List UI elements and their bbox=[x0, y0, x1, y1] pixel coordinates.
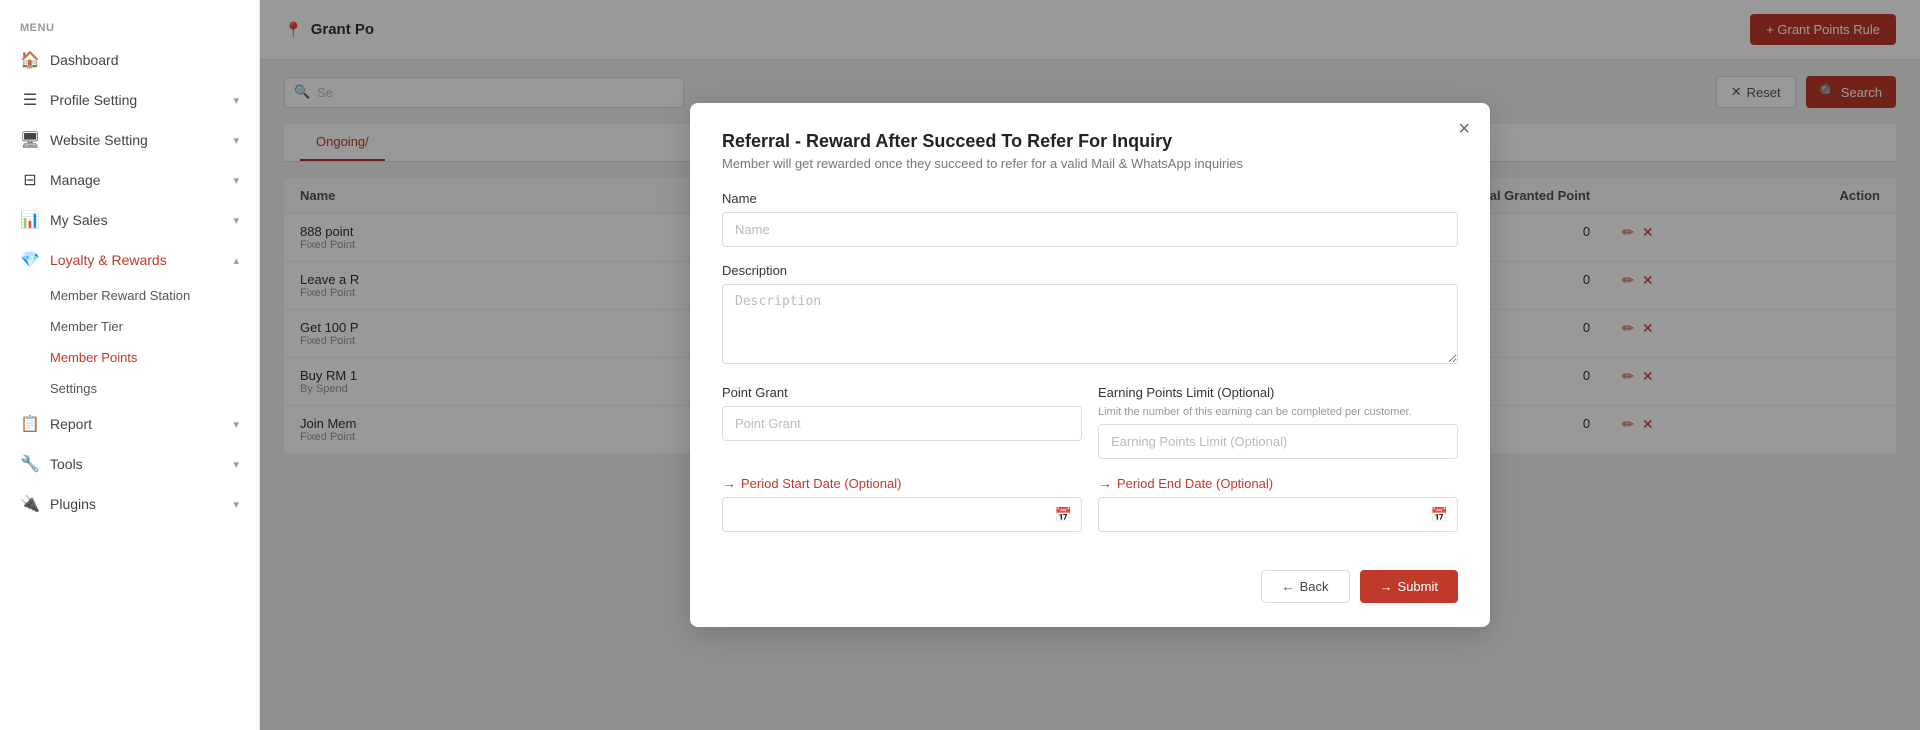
sidebar-item-member-points[interactable]: Member Points bbox=[50, 342, 259, 373]
chevron-down-icon: ▾ bbox=[233, 418, 239, 431]
chevron-down-icon: ▾ bbox=[233, 134, 239, 147]
period-end-input-wrap: 📅 bbox=[1098, 497, 1458, 532]
sidebar-submenu-loyalty: Member Reward Station Member Tier Member… bbox=[0, 280, 259, 404]
description-field-group: Description bbox=[722, 263, 1458, 369]
sidebar-item-label: Manage bbox=[50, 172, 101, 188]
arrow-left-icon: ← bbox=[1282, 579, 1295, 594]
submenu-label: Member Reward Station bbox=[50, 288, 190, 303]
sidebar-item-settings[interactable]: Settings bbox=[50, 373, 259, 404]
sidebar-item-manage[interactable]: ⊟ Manage ▾ bbox=[0, 160, 259, 200]
period-end-col: → Period End Date (Optional) 📅 bbox=[1098, 475, 1458, 548]
earning-limit-group: Earning Points Limit (Optional) Limit th… bbox=[1098, 385, 1458, 459]
sidebar-item-label: Report bbox=[50, 416, 92, 432]
sidebar-item-dashboard[interactable]: 🏠 Dashboard bbox=[0, 40, 259, 80]
sidebar-item-label: Website Setting bbox=[50, 132, 148, 148]
submenu-label: Settings bbox=[50, 381, 97, 396]
period-start-col: → Period Start Date (Optional) 📅 bbox=[722, 475, 1082, 548]
chevron-down-icon: ▾ bbox=[233, 94, 239, 107]
earning-limit-input[interactable] bbox=[1098, 424, 1458, 459]
earning-limit-label: Earning Points Limit (Optional) bbox=[1098, 385, 1458, 400]
chevron-up-icon: ▴ bbox=[233, 254, 239, 267]
period-start-input[interactable] bbox=[722, 497, 1082, 532]
period-start-group: → Period Start Date (Optional) 📅 bbox=[722, 475, 1082, 532]
sidebar-item-member-reward-station[interactable]: Member Reward Station bbox=[50, 280, 259, 311]
manage-icon: ⊟ bbox=[20, 170, 40, 190]
submenu-label: Member Points bbox=[50, 350, 137, 365]
diamond-icon: 💎 bbox=[20, 250, 40, 270]
sidebar-item-member-tier[interactable]: Member Tier bbox=[50, 311, 259, 342]
report-icon: 📋 bbox=[20, 414, 40, 434]
sales-icon: 📊 bbox=[20, 210, 40, 230]
sidebar-item-tools[interactable]: 🔧 Tools ▾ bbox=[0, 444, 259, 484]
chevron-down-icon: ▾ bbox=[233, 498, 239, 511]
sidebar-item-label: Dashboard bbox=[50, 52, 119, 68]
chevron-down-icon: ▾ bbox=[233, 458, 239, 471]
tools-icon: 🔧 bbox=[20, 454, 40, 474]
point-grant-label: Point Grant bbox=[722, 385, 1082, 400]
arrow-right-icon: → bbox=[1098, 475, 1112, 491]
period-start-input-wrap: 📅 bbox=[722, 497, 1082, 532]
earning-limit-col: Earning Points Limit (Optional) Limit th… bbox=[1098, 385, 1458, 475]
profile-icon: ☰ bbox=[20, 90, 40, 110]
sidebar-item-label: Profile Setting bbox=[50, 92, 137, 108]
period-end-input[interactable] bbox=[1098, 497, 1458, 532]
submenu-label: Member Tier bbox=[50, 319, 123, 334]
point-row: Point Grant Earning Points Limit (Option… bbox=[722, 385, 1458, 475]
name-field-group: Name bbox=[722, 191, 1458, 247]
point-grant-group: Point Grant bbox=[722, 385, 1082, 441]
sidebar-item-plugins[interactable]: 🔌 Plugins ▾ bbox=[0, 484, 259, 524]
sidebar-item-label: Tools bbox=[50, 456, 83, 472]
modal-footer: ← Back → Submit bbox=[722, 570, 1458, 603]
plugins-icon: 🔌 bbox=[20, 494, 40, 514]
description-label: Description bbox=[722, 263, 1458, 278]
back-button[interactable]: ← Back bbox=[1261, 570, 1350, 603]
home-icon: 🏠 bbox=[20, 50, 40, 70]
arrow-right-icon: → bbox=[1380, 579, 1393, 594]
modal-dialog: × Referral - Reward After Succeed To Ref… bbox=[690, 103, 1490, 627]
submit-button[interactable]: → Submit bbox=[1360, 570, 1458, 603]
chevron-down-icon: ▾ bbox=[233, 174, 239, 187]
sidebar-item-website-setting[interactable]: 🖥 Website Setting ▾ bbox=[0, 120, 259, 160]
description-input[interactable] bbox=[722, 284, 1458, 364]
sidebar-item-my-sales[interactable]: 📊 My Sales ▾ bbox=[0, 200, 259, 240]
sidebar-item-label: Plugins bbox=[50, 496, 96, 512]
period-start-label: → Period Start Date (Optional) bbox=[722, 475, 1082, 491]
chevron-down-icon: ▾ bbox=[233, 214, 239, 227]
modal-close-button[interactable]: × bbox=[1458, 119, 1470, 139]
sidebar: MENU 🏠 Dashboard ☰ Profile Setting ▾ 🖥 W… bbox=[0, 0, 260, 730]
sidebar-item-report[interactable]: 📋 Report ▾ bbox=[0, 404, 259, 444]
date-row: → Period Start Date (Optional) 📅 → P bbox=[722, 475, 1458, 548]
point-grant-col: Point Grant bbox=[722, 385, 1082, 475]
modal-title: Referral - Reward After Succeed To Refer… bbox=[722, 131, 1458, 152]
name-input[interactable] bbox=[722, 212, 1458, 247]
sidebar-item-label: Loyalty & Rewards bbox=[50, 252, 167, 268]
period-end-label: → Period End Date (Optional) bbox=[1098, 475, 1458, 491]
modal-subtitle: Member will get rewarded once they succe… bbox=[722, 156, 1458, 171]
name-label: Name bbox=[722, 191, 1458, 206]
main-content: 📍 Grant Po + Grant Points Rule 🔍 ✕ Reset… bbox=[260, 0, 1920, 730]
sidebar-menu-label: MENU bbox=[0, 10, 259, 40]
monitor-icon: 🖥 bbox=[20, 130, 40, 150]
arrow-right-icon: → bbox=[722, 475, 736, 491]
modal-overlay: × Referral - Reward After Succeed To Ref… bbox=[260, 0, 1920, 730]
sidebar-item-label: My Sales bbox=[50, 212, 108, 228]
point-grant-input[interactable] bbox=[722, 406, 1082, 441]
sidebar-item-profile-setting[interactable]: ☰ Profile Setting ▾ bbox=[0, 80, 259, 120]
earning-limit-sub: Limit the number of this earning can be … bbox=[1098, 406, 1458, 418]
sidebar-item-loyalty-rewards[interactable]: 💎 Loyalty & Rewards ▴ bbox=[0, 240, 259, 280]
period-end-group: → Period End Date (Optional) 📅 bbox=[1098, 475, 1458, 532]
